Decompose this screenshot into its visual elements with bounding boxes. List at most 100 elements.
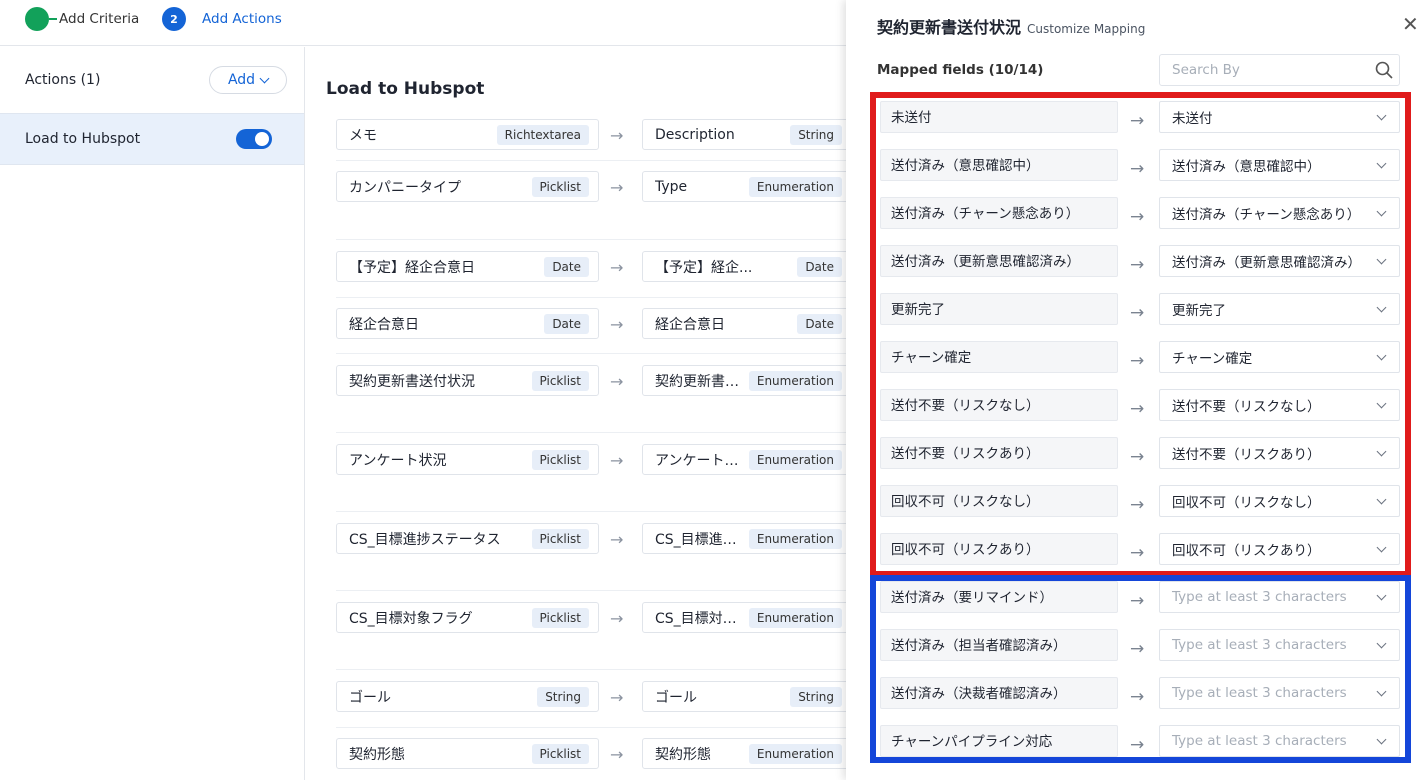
source-field-name: CS_目標対象フラグ	[349, 610, 473, 627]
search-input[interactable]	[1160, 62, 1369, 78]
target-value-select[interactable]: 更新完了	[1159, 293, 1400, 325]
source-field[interactable]: 契約更新書送付状況 Picklist	[336, 365, 599, 396]
target-value-select[interactable]: 送付不要（リスクあり）	[1159, 437, 1400, 469]
arrow-right-icon: →	[1130, 639, 1145, 659]
step-complete-dot	[25, 7, 49, 31]
value-mapping-row: 送付不要（リスクあり） → 送付不要（リスクあり）	[880, 437, 1400, 469]
source-field-name: メモ	[349, 127, 377, 144]
close-icon[interactable]: ✕	[1402, 12, 1419, 36]
source-field-name: アンケート状況	[349, 452, 447, 469]
chevron-down-icon	[1376, 302, 1387, 312]
target-value: Type at least 3 characters	[1172, 685, 1347, 701]
arrow-right-icon: →	[1130, 111, 1145, 131]
action-item-load-to-hubspot[interactable]: Load to Hubspot	[0, 113, 304, 165]
source-field[interactable]: CS_目標対象フラグ Picklist	[336, 602, 599, 633]
target-field[interactable]: 経企合意日 Date	[642, 308, 846, 339]
arrow-right-icon: →	[1130, 159, 1145, 179]
target-type-badge: Enumeration	[748, 176, 842, 197]
arrow-right-icon: →	[610, 451, 624, 470]
arrow-right-icon: →	[1130, 351, 1145, 371]
arrow-right-icon: →	[610, 178, 624, 197]
arrow-right-icon: →	[610, 745, 624, 764]
chevron-down-icon	[1376, 686, 1387, 696]
value-mapping-row: 更新完了 → 更新完了	[880, 293, 1400, 325]
target-field[interactable]: CS_目標対象... Enumeration	[642, 602, 846, 633]
source-type-badge: Picklist	[531, 743, 589, 764]
target-field[interactable]: アンケート状... Enumeration	[642, 444, 846, 475]
search-box	[1159, 54, 1400, 86]
action-enabled-toggle[interactable]	[236, 129, 272, 149]
source-field-name: 【予定】経企合意日	[349, 259, 475, 276]
target-value-select[interactable]: 送付済み（チャーン懸念あり）	[1159, 197, 1400, 229]
row-divider	[336, 590, 846, 591]
source-type-badge: String	[537, 686, 589, 707]
search-icon[interactable]	[1369, 61, 1399, 79]
target-value-select[interactable]: Type at least 3 characters	[1159, 677, 1400, 709]
target-field-name: CS_目標進捗...	[655, 531, 749, 548]
step-add-criteria[interactable]: Add Criteria	[25, 7, 139, 31]
target-value: 更新完了	[1172, 303, 1226, 319]
step-number-badge: 2	[162, 7, 186, 31]
arrow-right-icon: →	[1130, 303, 1145, 323]
source-field[interactable]: ゴール String	[336, 681, 599, 712]
value-mapping-row: 送付済み（要リマインド） → Type at least 3 characters	[880, 581, 1400, 613]
panel-field-name: 契約更新書送付状況	[877, 18, 1022, 37]
source-value: 送付済み（更新意思確認済み）	[880, 245, 1118, 277]
target-field[interactable]: 【予定】経企... Date	[642, 251, 846, 282]
source-field[interactable]: 経企合意日 Date	[336, 308, 599, 339]
source-value: 送付済み（担当者確認済み）	[880, 629, 1118, 661]
target-field-name: 契約更新書送...	[655, 373, 749, 390]
target-value-select[interactable]: 送付済み（意思確認中）	[1159, 149, 1400, 181]
add-action-button[interactable]: Add	[209, 66, 287, 94]
target-field-name: Type	[655, 178, 688, 195]
source-type-badge: Richtextarea	[496, 124, 589, 145]
step-connector	[49, 18, 57, 20]
source-field[interactable]: カンパニータイプ Picklist	[336, 171, 599, 202]
add-label: Add	[227, 72, 256, 88]
target-field[interactable]: ゴール String	[642, 681, 846, 712]
source-field[interactable]: 【予定】経企合意日 Date	[336, 251, 599, 282]
target-type-badge: Enumeration	[748, 449, 842, 470]
row-divider	[336, 297, 846, 298]
row-divider	[336, 160, 846, 161]
target-field[interactable]: Type Enumeration	[642, 171, 846, 202]
target-value: 回収不可（リスクなし）	[1172, 495, 1321, 511]
target-field[interactable]: Description String	[642, 119, 846, 150]
target-field-name: CS_目標対象...	[655, 610, 749, 627]
arrow-right-icon: →	[610, 315, 624, 334]
step-add-actions[interactable]: 2 Add Actions	[162, 7, 282, 31]
target-value: 送付済み（更新意思確認済み）	[1172, 255, 1361, 271]
chevron-down-icon	[259, 73, 270, 83]
target-value-select[interactable]: Type at least 3 characters	[1159, 629, 1400, 661]
source-field[interactable]: 契約形態 Picklist	[336, 738, 599, 769]
target-value-select[interactable]: Type at least 3 characters	[1159, 581, 1400, 613]
target-value: チャーン確定	[1172, 351, 1253, 367]
row-divider	[336, 353, 846, 354]
source-field-name: CS_目標進捗ステータス	[349, 531, 501, 548]
target-type-badge: Enumeration	[748, 743, 842, 764]
customize-mapping-panel: 契約更新書送付状況 Customize Mapping ✕ Mapped fie…	[846, 0, 1422, 780]
target-value-select[interactable]: 送付済み（更新意思確認済み）	[1159, 245, 1400, 277]
target-type-badge: Enumeration	[748, 370, 842, 391]
target-field[interactable]: CS_目標進捗... Enumeration	[642, 523, 846, 554]
arrow-right-icon: →	[1130, 207, 1145, 227]
target-value-select[interactable]: 回収不可（リスクあり）	[1159, 533, 1400, 565]
target-value-select[interactable]: チャーン確定	[1159, 341, 1400, 373]
target-type-badge: String	[790, 686, 842, 707]
arrow-right-icon: →	[610, 258, 624, 277]
target-value-select[interactable]: 未送付	[1159, 101, 1400, 133]
chevron-down-icon	[1376, 590, 1387, 600]
target-value-select[interactable]: 回収不可（リスクなし）	[1159, 485, 1400, 517]
target-field[interactable]: 契約更新書送... Enumeration	[642, 365, 846, 396]
source-field[interactable]: メモ Richtextarea	[336, 119, 599, 150]
target-value-select[interactable]: Type at least 3 characters	[1159, 725, 1400, 757]
value-mapping-row: 送付済み（意思確認中） → 送付済み（意思確認中）	[880, 149, 1400, 181]
source-field[interactable]: アンケート状況 Picklist	[336, 444, 599, 475]
page-title: Load to Hubspot	[326, 79, 485, 99]
source-field[interactable]: CS_目標進捗ステータス Picklist	[336, 523, 599, 554]
chevron-down-icon	[1376, 158, 1387, 168]
target-value-select[interactable]: 送付不要（リスクなし）	[1159, 389, 1400, 421]
target-value: 送付不要（リスクなし）	[1172, 399, 1321, 415]
target-field[interactable]: 契約形態 Enumeration	[642, 738, 846, 769]
chevron-down-icon	[1376, 446, 1387, 456]
